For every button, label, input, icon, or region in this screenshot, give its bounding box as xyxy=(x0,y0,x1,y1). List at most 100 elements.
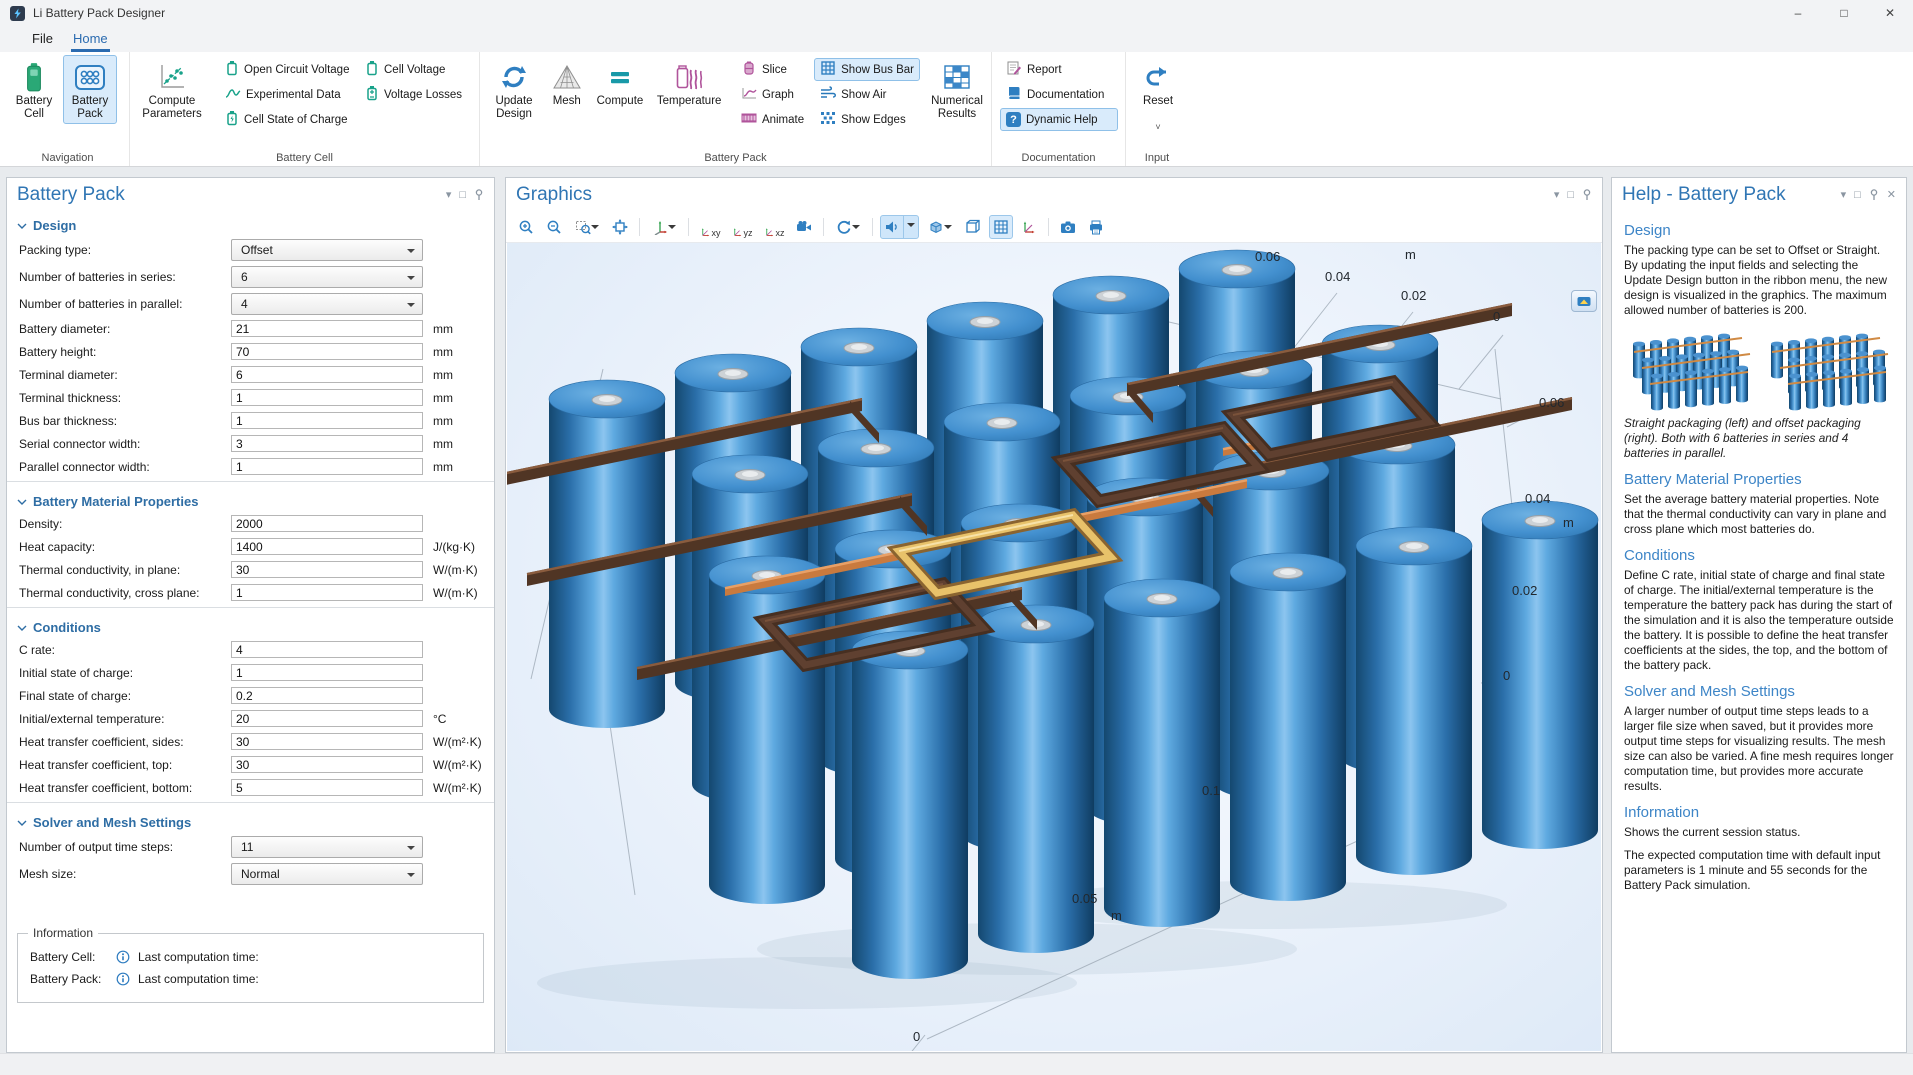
compute-parameters-button[interactable]: Compute Parameters xyxy=(136,55,208,124)
update-design-button[interactable]: Update Design xyxy=(486,55,542,124)
help-text: The packing type can be set to Offset or… xyxy=(1624,243,1894,318)
go-to-yz-view-icon[interactable]: yz xyxy=(728,215,756,239)
report-button[interactable]: Report xyxy=(1000,58,1118,81)
image-snapshot-icon[interactable] xyxy=(1056,215,1080,239)
heat-transfer-bottom-input[interactable] xyxy=(231,779,423,796)
pin-icon[interactable] xyxy=(1582,189,1592,201)
section-battery-material-properties[interactable]: Battery Material Properties xyxy=(7,488,494,515)
rotate-icon[interactable] xyxy=(831,215,865,239)
show-air-button[interactable]: Show Air xyxy=(814,83,920,106)
information-groupbox: Information Battery Cell: Last computati… xyxy=(17,933,484,1003)
battery-cell-button[interactable]: Battery Cell xyxy=(7,55,61,124)
heat-transfer-sides-input[interactable] xyxy=(231,733,423,750)
maximize-icon[interactable]: □ xyxy=(1821,0,1867,26)
zoom-box-icon[interactable] xyxy=(570,215,604,239)
tab-file[interactable]: File xyxy=(22,27,63,52)
packing-type-select[interactable]: Offset xyxy=(231,239,423,261)
mesh-size-select[interactable]: Normal xyxy=(231,863,423,885)
straight-packaging-thumbnail xyxy=(1624,326,1754,412)
float-icon[interactable]: □ xyxy=(1567,190,1574,201)
zoom-extents-icon[interactable] xyxy=(608,215,632,239)
terminal-diameter-input[interactable] xyxy=(231,366,423,383)
chevron-down-icon[interactable]: ▾ xyxy=(1554,190,1560,201)
temperature-button[interactable]: Temperature xyxy=(650,55,728,124)
show-bus-bar-button[interactable]: Show Bus Bar xyxy=(814,58,920,81)
numerical-results-button[interactable]: Numerical Results xyxy=(924,55,990,124)
final-state-of-charge-input[interactable] xyxy=(231,687,423,704)
serial-connector-width-input[interactable] xyxy=(231,435,423,452)
panel-title: Graphics xyxy=(516,184,592,206)
animate-button[interactable]: Animate xyxy=(735,108,810,131)
default-3d-view-icon[interactable] xyxy=(792,215,816,239)
table-icon xyxy=(942,59,972,95)
zoom-in-icon[interactable] xyxy=(514,215,538,239)
compute-button[interactable]: Compute xyxy=(592,55,649,124)
battery-pack-3d-view xyxy=(507,243,1601,1051)
go-to-xz-view-icon[interactable]: xz xyxy=(760,215,788,239)
heat-transfer-top-input[interactable] xyxy=(231,756,423,773)
section-conditions[interactable]: Conditions xyxy=(7,614,494,641)
parallel-connector-width-input[interactable] xyxy=(231,458,423,475)
graph-button[interactable]: Graph xyxy=(735,83,810,106)
open-circuit-voltage-button[interactable]: Open Circuit Voltage xyxy=(219,58,355,81)
thermal-conductivity-in-plane-input[interactable] xyxy=(231,561,423,578)
slice-button[interactable]: Slice xyxy=(735,58,810,81)
tab-home[interactable]: Home xyxy=(63,27,118,52)
float-icon[interactable]: □ xyxy=(459,190,466,201)
show-edges-button[interactable]: Show Edges xyxy=(814,108,920,131)
parallel-count-select[interactable]: 4 xyxy=(231,293,423,315)
axis-tick-label: 0.02 xyxy=(1512,583,1537,598)
graphics-panel: Graphics ▾ □ xy yz xz xyxy=(505,177,1603,1053)
voltage-losses-button[interactable]: Voltage Losses xyxy=(359,83,471,106)
output-time-steps-select[interactable]: 11 xyxy=(231,836,423,858)
density-input[interactable] xyxy=(231,515,423,532)
help-heading-solver: Solver and Mesh Settings xyxy=(1624,683,1894,700)
cell-voltage-button[interactable]: Cell Voltage xyxy=(359,58,471,81)
help-text: Set the average battery material propert… xyxy=(1624,492,1894,537)
thermal-conductivity-cross-plane-input[interactable] xyxy=(231,584,423,601)
documentation-button[interactable]: Documentation xyxy=(1000,83,1118,106)
chevron-down-icon[interactable]: ▾ xyxy=(1841,190,1847,201)
graphics-canvas[interactable]: 0.06 0.04 0.02 0 m 0.06 0.04 0.02 0 m 0.… xyxy=(507,243,1601,1051)
close-icon[interactable]: ✕ xyxy=(1867,0,1913,26)
experimental-data-button[interactable]: Experimental Data xyxy=(219,83,355,106)
show-axis-orientation-icon[interactable] xyxy=(1017,215,1041,239)
scene-light-button[interactable] xyxy=(880,215,919,239)
scene-light-icon xyxy=(881,216,903,238)
mesh-icon xyxy=(552,59,582,95)
app-icon xyxy=(10,6,25,21)
pin-icon[interactable] xyxy=(1869,189,1879,201)
show-grid-icon[interactable] xyxy=(989,215,1013,239)
close-icon[interactable]: ✕ xyxy=(1887,190,1896,201)
bus-bar-thickness-input[interactable] xyxy=(231,412,423,429)
help-heading-conditions: Conditions xyxy=(1624,547,1894,564)
go-to-default-3d-view-button[interactable] xyxy=(1571,290,1597,312)
chevron-down-icon[interactable] xyxy=(903,216,918,238)
battery-diameter-input[interactable] xyxy=(231,320,423,337)
group-label-battery-cell: Battery Cell xyxy=(130,152,479,164)
section-design[interactable]: Design xyxy=(7,212,494,239)
initial-external-temperature-input[interactable] xyxy=(231,710,423,727)
mesh-button[interactable]: Mesh xyxy=(544,55,590,124)
print-icon[interactable] xyxy=(1084,215,1108,239)
chevron-down-icon[interactable]: ▾ xyxy=(446,190,452,201)
cell-state-of-charge-button[interactable]: Cell State of Charge xyxy=(219,108,355,131)
heat-capacity-input[interactable] xyxy=(231,538,423,555)
terminal-thickness-input[interactable] xyxy=(231,389,423,406)
zoom-out-icon[interactable] xyxy=(542,215,566,239)
c-rate-input[interactable] xyxy=(231,641,423,658)
go-to-xy-view-icon[interactable]: xy xyxy=(696,215,724,239)
pin-icon[interactable] xyxy=(474,189,484,201)
transparency-icon[interactable] xyxy=(961,215,985,239)
reset-button[interactable]: Reset ˅ xyxy=(1132,55,1184,135)
float-icon[interactable]: □ xyxy=(1854,190,1861,201)
view-options-icon[interactable] xyxy=(923,215,957,239)
dynamic-help-button[interactable]: ? Dynamic Help xyxy=(1000,108,1118,131)
minimize-icon[interactable]: – xyxy=(1775,0,1821,26)
axis-orientation-icon[interactable] xyxy=(647,215,681,239)
series-count-select[interactable]: 6 xyxy=(231,266,423,288)
battery-pack-button[interactable]: Battery Pack xyxy=(63,55,117,124)
section-solver-mesh-settings[interactable]: Solver and Mesh Settings xyxy=(7,809,494,836)
initial-state-of-charge-input[interactable] xyxy=(231,664,423,681)
battery-height-input[interactable] xyxy=(231,343,423,360)
